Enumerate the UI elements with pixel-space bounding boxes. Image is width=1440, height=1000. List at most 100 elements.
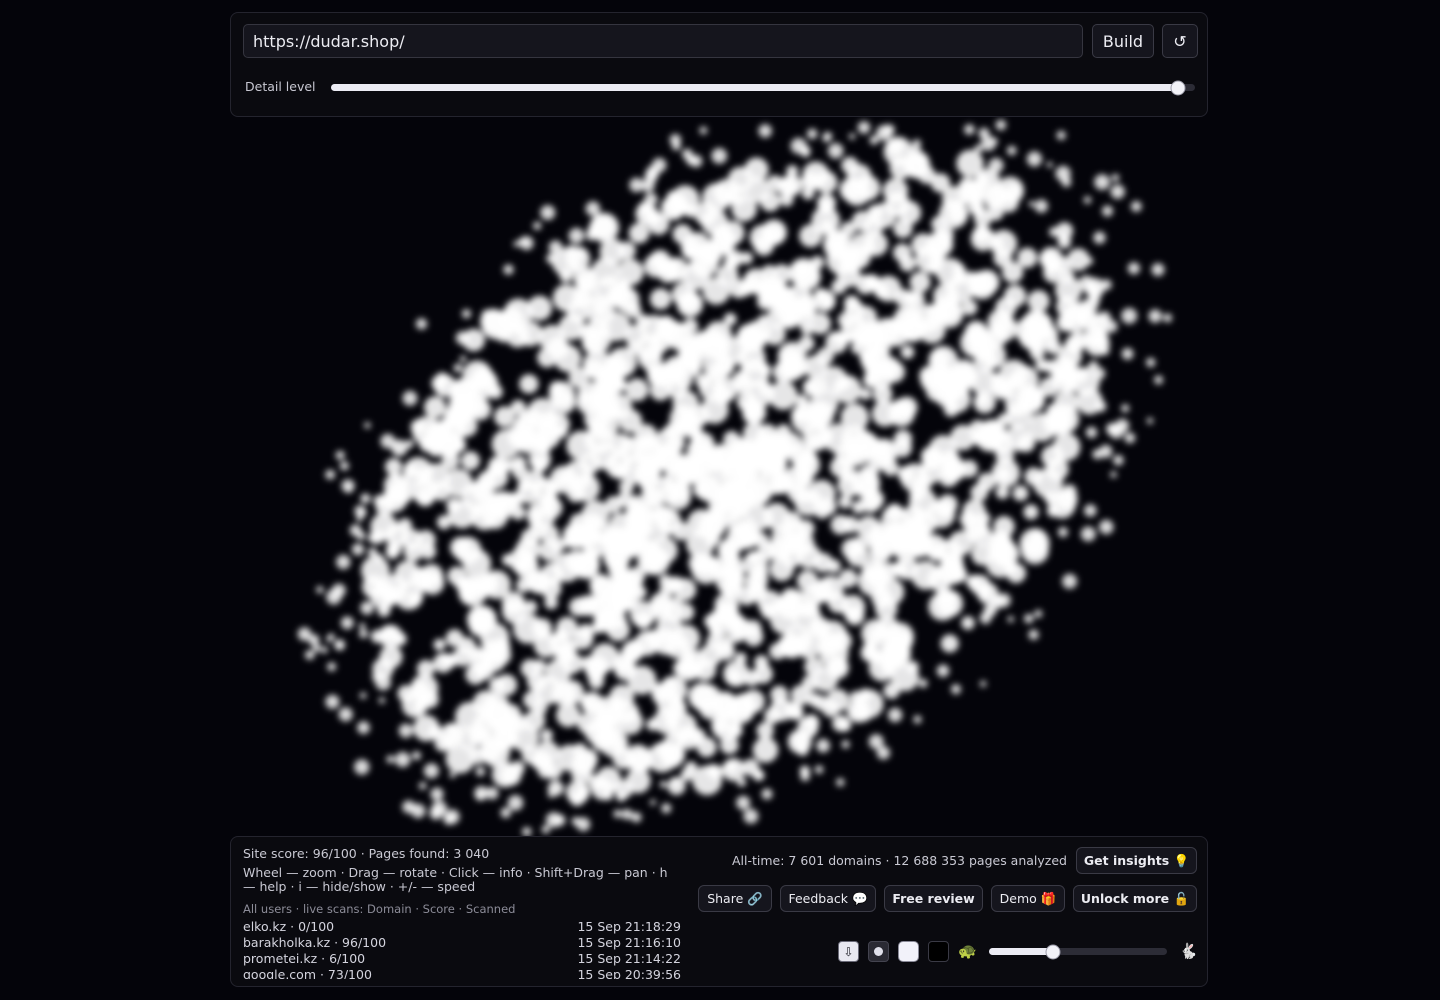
graph-node[interactable]: [1007, 616, 1014, 623]
graph-node[interactable]: [624, 744, 652, 772]
graph-node[interactable]: [655, 508, 682, 534]
graph-node[interactable]: [625, 302, 642, 319]
graph-node[interactable]: [359, 622, 366, 630]
graph-node[interactable]: [996, 593, 1011, 608]
graph-node[interactable]: [1095, 400, 1107, 412]
graph-node[interactable]: [1130, 201, 1142, 212]
graph-node[interactable]: [316, 586, 324, 594]
graph-node[interactable]: [603, 790, 613, 801]
graph-node[interactable]: [909, 271, 931, 293]
graph-node[interactable]: [694, 201, 718, 226]
graph-node[interactable]: [977, 472, 996, 491]
graph-node[interactable]: [1146, 357, 1156, 368]
graph-node[interactable]: [752, 737, 779, 763]
graph-node[interactable]: [845, 606, 865, 626]
graph-node[interactable]: [861, 619, 890, 648]
graph-node[interactable]: [670, 777, 679, 786]
graph-node[interactable]: [619, 479, 635, 495]
graph-node[interactable]: [675, 414, 695, 434]
graph-node[interactable]: [807, 479, 836, 509]
graph-node[interactable]: [799, 224, 823, 248]
graph-node[interactable]: [1113, 454, 1124, 466]
graph-node[interactable]: [826, 688, 850, 712]
graph-node[interactable]: [858, 688, 872, 702]
graph-node[interactable]: [944, 591, 958, 605]
graph-node[interactable]: [521, 745, 540, 764]
graph-node[interactable]: [912, 475, 932, 495]
graph-node[interactable]: [568, 227, 585, 244]
graph-node[interactable]: [933, 283, 959, 310]
graph-node[interactable]: [447, 400, 475, 427]
graph-node[interactable]: [702, 350, 733, 381]
graph-node[interactable]: [603, 543, 631, 571]
graph-node[interactable]: [339, 461, 349, 471]
graph-node[interactable]: [496, 328, 511, 343]
graph-node[interactable]: [433, 638, 446, 651]
graph-node[interactable]: [546, 253, 557, 264]
graph-node[interactable]: [882, 459, 899, 476]
graph-node[interactable]: [397, 518, 413, 533]
graph-node[interactable]: [586, 230, 597, 241]
reset-button[interactable]: ↺: [1162, 24, 1198, 58]
graph-node[interactable]: [462, 549, 492, 578]
graph-node[interactable]: [888, 400, 915, 427]
graph-node[interactable]: [507, 795, 524, 811]
graph-node[interactable]: [1127, 262, 1140, 275]
graph-node[interactable]: [410, 803, 426, 819]
graph-node[interactable]: [952, 271, 966, 285]
graph-node[interactable]: [816, 738, 830, 753]
graph-node[interactable]: [1041, 445, 1064, 468]
graph-node[interactable]: [769, 556, 794, 582]
graph-node[interactable]: [779, 192, 794, 207]
graph-node[interactable]: [974, 144, 983, 153]
graph-node[interactable]: [671, 282, 696, 307]
graph-node[interactable]: [709, 623, 723, 638]
graph-node[interactable]: [537, 347, 557, 368]
graph-node[interactable]: [531, 699, 548, 716]
graph-node[interactable]: [649, 331, 671, 353]
graph-node[interactable]: [979, 680, 987, 687]
graph-node[interactable]: [900, 306, 923, 328]
graph-node[interactable]: [702, 277, 731, 305]
graph-node[interactable]: [978, 127, 990, 139]
graph-node[interactable]: [625, 378, 649, 402]
graph-node[interactable]: [564, 549, 589, 575]
graph-node[interactable]: [428, 725, 443, 740]
graph-node[interactable]: [646, 165, 660, 179]
graph-node[interactable]: [1046, 161, 1053, 168]
graph-node[interactable]: [576, 271, 598, 292]
graph-node[interactable]: [979, 612, 992, 624]
graph-node[interactable]: [991, 530, 1012, 551]
graph-node[interactable]: [927, 566, 952, 592]
graph-node[interactable]: [1035, 358, 1048, 372]
graph-node[interactable]: [1024, 467, 1043, 486]
graph-node[interactable]: [1004, 560, 1019, 576]
graph-node[interactable]: [991, 315, 1018, 342]
graph-node[interactable]: [887, 707, 903, 723]
graph-node[interactable]: [876, 643, 904, 671]
graph-node[interactable]: [431, 800, 448, 817]
graph-node[interactable]: [727, 613, 745, 631]
detail-level-thumb[interactable]: [1170, 80, 1186, 95]
graph-node[interactable]: [503, 264, 514, 275]
graph-node[interactable]: [581, 500, 610, 529]
graph-node[interactable]: [465, 664, 486, 685]
graph-node[interactable]: [420, 563, 444, 587]
graph-node[interactable]: [320, 646, 328, 654]
graph-node[interactable]: [358, 508, 367, 517]
graph-node[interactable]: [663, 466, 690, 492]
graph-node[interactable]: [940, 634, 959, 653]
graph-node[interactable]: [617, 258, 644, 286]
graph-node[interactable]: [379, 495, 388, 505]
graph-node[interactable]: [592, 299, 609, 317]
graph-node[interactable]: [644, 192, 658, 207]
graph-node[interactable]: [327, 662, 337, 672]
graph-node[interactable]: [513, 240, 520, 247]
graph-node[interactable]: [786, 165, 799, 178]
graph-node[interactable]: [435, 372, 449, 386]
graph-node[interactable]: [340, 616, 354, 630]
graph-node[interactable]: [345, 486, 352, 493]
graph-node[interactable]: [501, 591, 526, 615]
point-style-button[interactable]: [868, 941, 889, 962]
graph-node[interactable]: [370, 629, 385, 644]
